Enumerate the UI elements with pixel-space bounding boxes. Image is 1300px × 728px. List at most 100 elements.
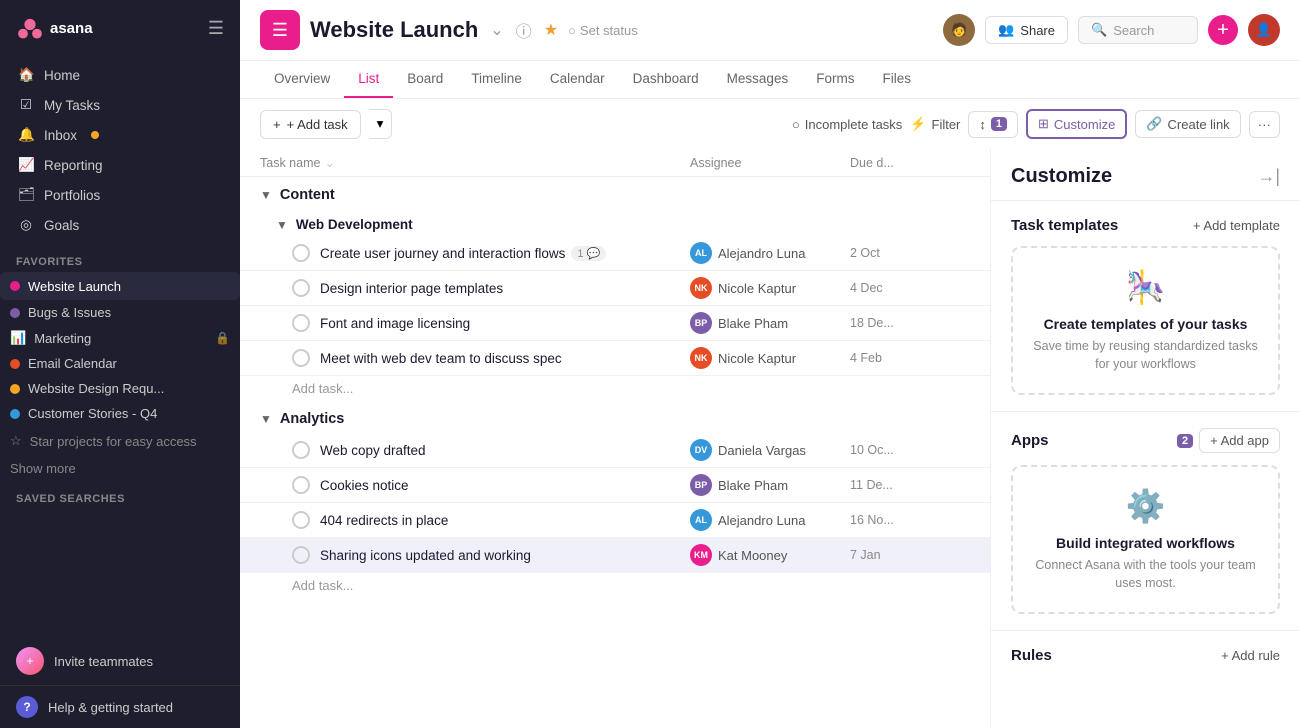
tab-files[interactable]: Files [868, 61, 925, 98]
check-icon: ☑ [18, 97, 34, 113]
task-assignee-t1: AL Alejandro Luna [690, 242, 850, 264]
tab-dashboard[interactable]: Dashboard [619, 61, 713, 98]
sidebar-item-reporting[interactable]: 📈 Reporting [8, 150, 232, 180]
sidebar-item-customer-stories[interactable]: Customer Stories - Q4 [0, 401, 240, 426]
user-avatar-2[interactable]: 👤 [1248, 14, 1280, 46]
apps-icon: ⚙️ [1033, 487, 1258, 525]
asana-logo: asana [16, 14, 93, 42]
sidebar-item-home[interactable]: 🏠 Home [8, 60, 232, 90]
add-new-btn[interactable]: + [1208, 15, 1238, 45]
sidebar-item-website-design[interactable]: Website Design Requ... [0, 376, 240, 401]
tab-overview[interactable]: Overview [260, 61, 344, 98]
info-btn[interactable]: ⓘ [514, 16, 534, 44]
sidebar-item-inbox[interactable]: 🔔 Inbox [8, 120, 232, 150]
task-due-t2: 4 Dec [850, 281, 970, 295]
tab-forms[interactable]: Forms [802, 61, 868, 98]
section-toggle-analytics[interactable]: ▼ [260, 412, 272, 426]
avatar-t4: NK [690, 347, 712, 369]
subsection-toggle-web-dev[interactable]: ▼ [276, 218, 288, 232]
chevron-down-btn[interactable]: ⌄ [488, 18, 505, 42]
task-row[interactable]: 404 redirects in place AL Alejandro Luna… [240, 503, 990, 538]
star-favorite-btn[interactable]: ★ [542, 18, 560, 42]
task-assignee-t4: NK Nicole Kaptur [690, 347, 850, 369]
task-due-t6: 11 De... [850, 478, 970, 492]
add-task-inline-webdev[interactable]: Add task... [240, 376, 990, 401]
sidebar-item-email-calendar[interactable]: Email Calendar [0, 351, 240, 376]
sidebar-item-portfolios[interactable]: 🗂 Portfolios [8, 180, 232, 210]
add-rule-btn[interactable]: + Add rule [1221, 648, 1280, 663]
search-bar[interactable]: 🔍 Search [1078, 16, 1198, 44]
share-btn[interactable]: 👥 Share [985, 16, 1068, 44]
apps-card: ⚙️ Build integrated workflows Connect As… [1011, 465, 1280, 614]
sidebar-item-marketing[interactable]: 📊 Marketing 🔒 [0, 325, 240, 351]
task-check-t4[interactable] [292, 349, 310, 367]
sidebar-item-my-tasks[interactable]: ☑ My Tasks [8, 90, 232, 120]
lock-icon: 🔒 [215, 331, 230, 345]
tab-board[interactable]: Board [393, 61, 457, 98]
task-check-t8[interactable] [292, 546, 310, 564]
task-check-t3[interactable] [292, 314, 310, 332]
task-check-t7[interactable] [292, 511, 310, 529]
customize-btn[interactable]: ⊞ Customize [1026, 109, 1127, 139]
close-panel-btn[interactable]: →| [1257, 166, 1280, 187]
add-app-btn[interactable]: + Add app [1199, 428, 1280, 453]
show-more-btn[interactable]: Show more [0, 456, 240, 481]
task-check-t5[interactable] [292, 441, 310, 459]
user-avatar[interactable]: 🧑 [943, 14, 975, 46]
add-task-dropdown[interactable]: ▾ [369, 109, 393, 139]
tab-timeline[interactable]: Timeline [457, 61, 536, 98]
more-options-btn[interactable]: ··· [1249, 111, 1280, 138]
tab-list[interactable]: List [344, 61, 393, 98]
task-row[interactable]: Web copy drafted DV Daniela Vargas 10 Oc… [240, 433, 990, 468]
fav-dot-email [10, 359, 20, 369]
inbox-badge [91, 131, 99, 139]
template-card-desc: Save time by reusing standardized tasks … [1033, 338, 1258, 373]
task-name-t7: 404 redirects in place [320, 513, 690, 528]
sort-btn[interactable]: ↕ 1 [968, 111, 1018, 138]
project-icon-btn[interactable]: ☰ [260, 10, 300, 50]
add-task-btn[interactable]: + + Add task [260, 110, 361, 139]
add-template-btn[interactable]: + Add template [1193, 218, 1280, 233]
task-row[interactable]: Create user journey and interaction flow… [240, 236, 990, 271]
sidebar-item-bugs-issues[interactable]: Bugs & Issues [0, 300, 240, 325]
apps-title: Apps [1011, 432, 1049, 449]
task-due-t1: 2 Oct [850, 246, 970, 260]
task-check-t1[interactable] [292, 244, 310, 262]
tab-messages[interactable]: Messages [713, 61, 803, 98]
task-check-t2[interactable] [292, 279, 310, 297]
create-link-btn[interactable]: 🔗 Create link [1135, 110, 1240, 138]
task-row[interactable]: Cookies notice BP Blake Pham 11 De... [240, 468, 990, 503]
add-task-inline-analytics[interactable]: Add task... [240, 573, 990, 598]
section-toggle-content[interactable]: ▼ [260, 188, 272, 202]
sidebar-item-website-launch[interactable]: Website Launch ··· [0, 272, 240, 300]
task-row[interactable]: Sharing icons updated and working KM Kat… [240, 538, 990, 573]
folder-icon: 🗂 [18, 187, 34, 203]
template-card-title: Create templates of your tasks [1033, 316, 1258, 332]
task-row[interactable]: Design interior page templates NK Nicole… [240, 271, 990, 306]
task-row[interactable]: Meet with web dev team to discuss spec N… [240, 341, 990, 376]
task-row[interactable]: Font and image licensing BP Blake Pham 1… [240, 306, 990, 341]
sidebar-item-goals[interactable]: ◎ Goals [8, 210, 232, 240]
tab-calendar[interactable]: Calendar [536, 61, 619, 98]
rules-header: Rules + Add rule [1011, 647, 1280, 664]
task-name-t5: Web copy drafted [320, 443, 690, 458]
chart-icon: 📈 [18, 157, 34, 173]
fav-dot-bugs [10, 308, 20, 318]
circle-check-icon: ○ [792, 117, 800, 132]
avatar-t7: AL [690, 509, 712, 531]
help-btn[interactable]: ? Help & getting started [0, 685, 240, 728]
task-due-t8: 7 Jan [850, 548, 970, 562]
hamburger-icon[interactable]: ☰ [208, 18, 224, 39]
task-check-t6[interactable] [292, 476, 310, 494]
col-header-assignee: Assignee [690, 156, 850, 170]
incomplete-tasks-btn[interactable]: ○ Incomplete tasks [792, 117, 902, 132]
subsection-title-web-dev: Web Development [296, 217, 413, 232]
set-status-btn[interactable]: ○ Set status [568, 23, 638, 38]
top-bar: ☰ Website Launch ⌄ ⓘ ★ ○ Set status 🧑 👥 … [240, 0, 1300, 61]
task-due-t4: 4 Feb [850, 351, 970, 365]
filter-btn[interactable]: ⚡ Filter [910, 116, 960, 132]
saved-searches-title: Saved searches [0, 481, 240, 509]
invite-teammates-btn[interactable]: + Invite teammates [0, 637, 240, 685]
task-assignee-t6: BP Blake Pham [690, 474, 850, 496]
top-bar-right: 🧑 👥 Share 🔍 Search + 👤 [943, 14, 1280, 46]
